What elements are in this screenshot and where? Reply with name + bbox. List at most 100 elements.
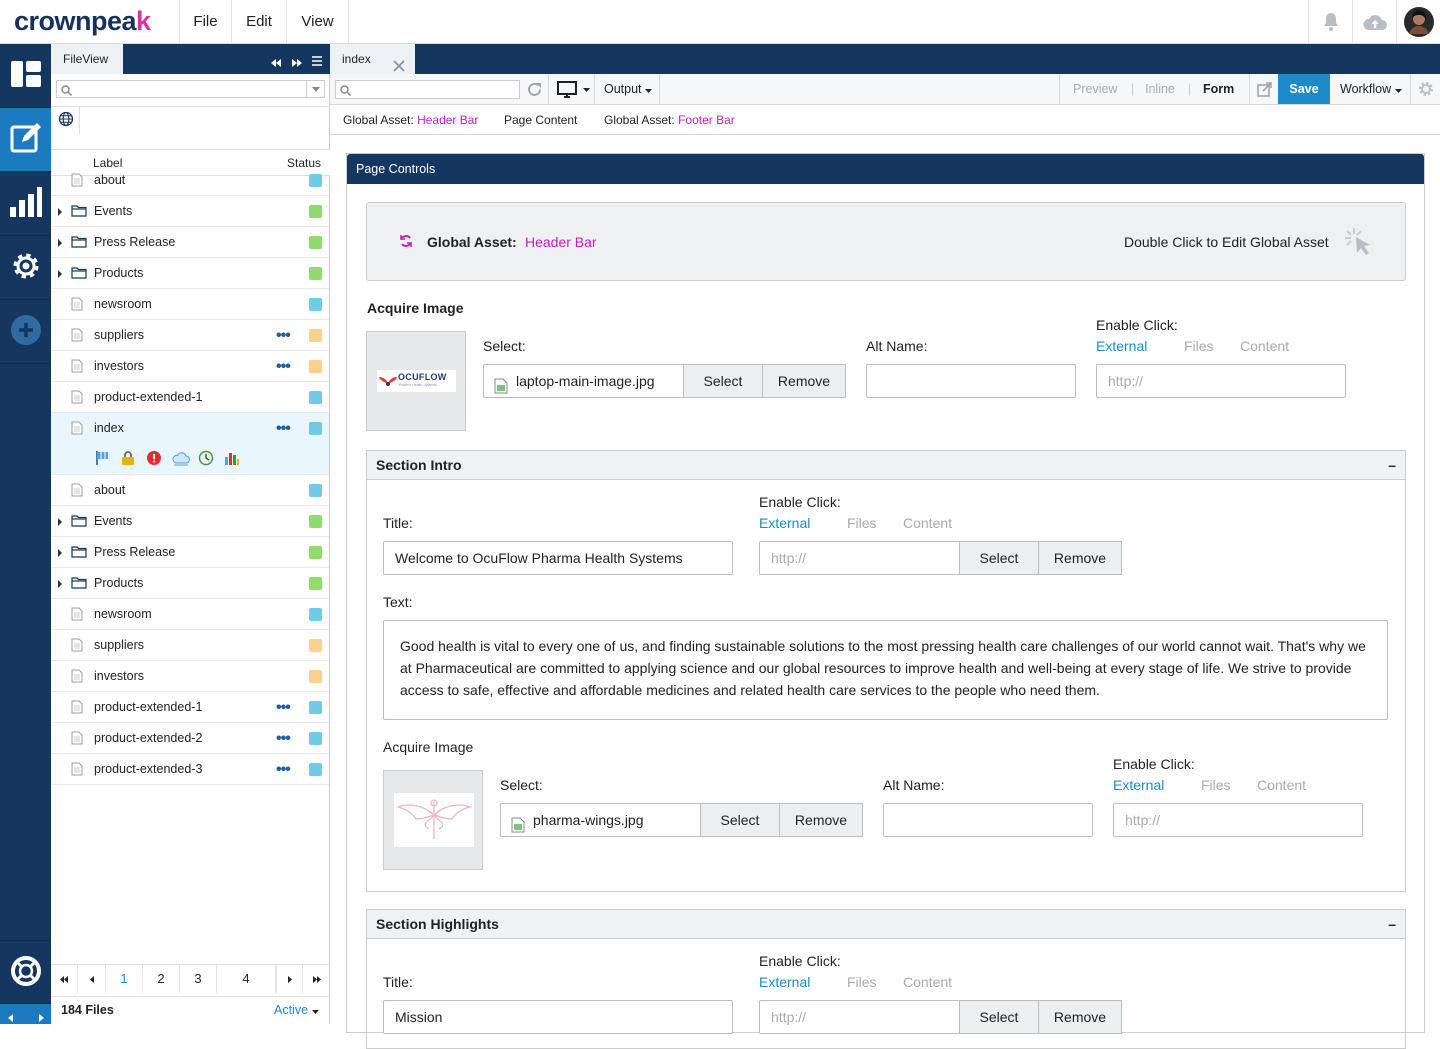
help-nav[interactable] [0, 940, 51, 1004]
lock-icon[interactable] [120, 450, 136, 469]
file-row[interactable]: suppliers ••• [51, 320, 329, 351]
file-row[interactable]: newsroom [51, 599, 329, 630]
rail-collapse-bar[interactable] [0, 1004, 51, 1024]
refresh-icon[interactable] [526, 81, 543, 101]
section-intro-header[interactable]: Section Intro – [367, 451, 1405, 480]
highlights-select-button[interactable]: Select [959, 1000, 1039, 1034]
next-page-button[interactable] [276, 965, 303, 993]
file-row[interactable]: index ••• [51, 413, 329, 475]
enable-click-external[interactable]: External [1113, 777, 1164, 793]
menu-file[interactable]: File [179, 0, 231, 43]
output-dropdown[interactable]: Output [595, 74, 660, 104]
intro-title-input[interactable]: Welcome to OcuFlow Pharma Health Systems [383, 541, 733, 575]
error-icon[interactable] [146, 450, 162, 469]
settings-nav[interactable] [0, 236, 51, 300]
enable-click-content[interactable]: Content [903, 974, 952, 990]
expand-arrow-icon[interactable] [58, 270, 62, 278]
flag-icon[interactable] [94, 450, 110, 469]
globe-icon[interactable] [58, 111, 74, 130]
page-2[interactable]: 2 [143, 965, 180, 993]
folder-row[interactable]: Products [51, 568, 329, 599]
more-actions-icon[interactable]: ••• [276, 761, 291, 779]
status-filter-dropdown[interactable]: Active [274, 1003, 319, 1017]
folder-row[interactable]: Press Release [51, 227, 329, 258]
first-page-button[interactable] [51, 965, 78, 993]
open-external-button[interactable] [1249, 74, 1278, 104]
last-page-button[interactable] [303, 965, 330, 993]
bar-chart-icon[interactable] [224, 450, 240, 469]
highlights-title-input[interactable]: Mission [383, 1000, 733, 1034]
crumb-footer-bar[interactable]: Global Asset: Footer Bar [604, 113, 735, 127]
folder-row[interactable]: Products [51, 258, 329, 289]
collapse-icon[interactable]: – [1388, 910, 1396, 939]
device-select[interactable] [548, 74, 595, 104]
enable-click-files[interactable]: Files [847, 974, 877, 990]
file-row[interactable]: investors ••• [51, 351, 329, 382]
page-3[interactable]: 3 [180, 965, 217, 993]
form-mode[interactable]: Form [1203, 82, 1234, 96]
folder-row[interactable]: Events [51, 196, 329, 227]
file-row[interactable]: product-extended-3 ••• [51, 754, 329, 785]
edit-nav[interactable] [0, 108, 51, 172]
expand-arrow-icon[interactable] [58, 580, 62, 588]
file-row[interactable]: product-extended-2 ••• [51, 723, 329, 754]
crownpeak-logo[interactable]: crownpeak [14, 6, 151, 37]
section-highlights-header[interactable]: Section Highlights – [367, 910, 1405, 939]
intro-text-area[interactable]: Good health is vital to every one of us,… [383, 620, 1388, 720]
file-row[interactable]: product-extended-1 ••• [51, 692, 329, 723]
enable-click-content[interactable]: Content [1257, 777, 1306, 793]
inline-mode[interactable]: Inline [1145, 82, 1175, 96]
remove-image-button[interactable]: Remove [762, 364, 846, 398]
file-row[interactable]: product-extended-1 [51, 382, 329, 413]
intro-remove-button[interactable]: Remove [1038, 541, 1122, 575]
file-row[interactable]: newsroom [51, 289, 329, 320]
expand-arrow-icon[interactable] [58, 518, 62, 526]
image-thumbnail[interactable] [383, 770, 483, 870]
file-row[interactable]: about [51, 165, 329, 196]
save-button[interactable]: Save [1278, 74, 1330, 104]
collapse-icon[interactable]: – [1388, 451, 1396, 480]
enable-click-files[interactable]: Files [1201, 777, 1231, 793]
crumb-page-content[interactable]: Page Content [504, 113, 577, 127]
enable-click-files[interactable]: Files [1184, 338, 1214, 354]
cloud-upload-icon[interactable] [1352, 0, 1396, 43]
analytics-nav[interactable] [0, 172, 51, 236]
add-nav[interactable] [0, 300, 51, 364]
file-search-input[interactable] [56, 80, 325, 98]
expand-arrow-icon[interactable] [58, 239, 62, 247]
alt-name-input[interactable] [866, 364, 1076, 398]
search-dropdown[interactable] [306, 81, 324, 97]
enable-click-files[interactable]: Files [847, 515, 877, 531]
intro-image-file-field[interactable]: pharma-wings.jpg [500, 803, 702, 837]
intro-select-button[interactable]: Select [959, 541, 1039, 575]
preview-mode[interactable]: Preview [1073, 82, 1117, 96]
history-icon[interactable] [198, 450, 214, 469]
more-actions-icon[interactable]: ••• [276, 699, 291, 717]
more-actions-icon[interactable]: ••• [276, 327, 291, 345]
intro-click-url-input[interactable]: http:// [759, 541, 961, 575]
expand-arrow-icon[interactable] [58, 549, 62, 557]
collapse-left-icon[interactable] [271, 55, 281, 70]
user-avatar[interactable] [1396, 0, 1440, 43]
page-1[interactable]: 1 [106, 965, 143, 993]
enable-click-external[interactable]: External [1096, 338, 1147, 354]
menu-edit[interactable]: Edit [231, 0, 286, 43]
expand-right-icon[interactable] [292, 55, 302, 70]
enable-click-external[interactable]: External [759, 974, 810, 990]
enable-click-content[interactable]: Content [903, 515, 952, 531]
cloud-icon[interactable] [172, 450, 190, 469]
hamburger-menu-icon[interactable] [312, 54, 322, 69]
more-actions-icon[interactable]: ••• [276, 420, 291, 438]
page-4[interactable]: 4 [217, 965, 276, 993]
select-image-button[interactable]: Select [683, 364, 763, 398]
highlights-remove-button[interactable]: Remove [1038, 1000, 1122, 1034]
more-actions-icon[interactable]: ••• [276, 730, 291, 748]
prev-page-button[interactable] [78, 965, 106, 993]
intro-image-remove-button[interactable]: Remove [779, 803, 863, 837]
file-row[interactable]: about [51, 475, 329, 506]
folder-row[interactable]: Events [51, 506, 329, 537]
expand-arrow-icon[interactable] [58, 208, 62, 216]
intro-alt-name-input[interactable] [883, 803, 1093, 837]
folder-row[interactable]: Press Release [51, 537, 329, 568]
file-row[interactable]: investors [51, 661, 329, 692]
